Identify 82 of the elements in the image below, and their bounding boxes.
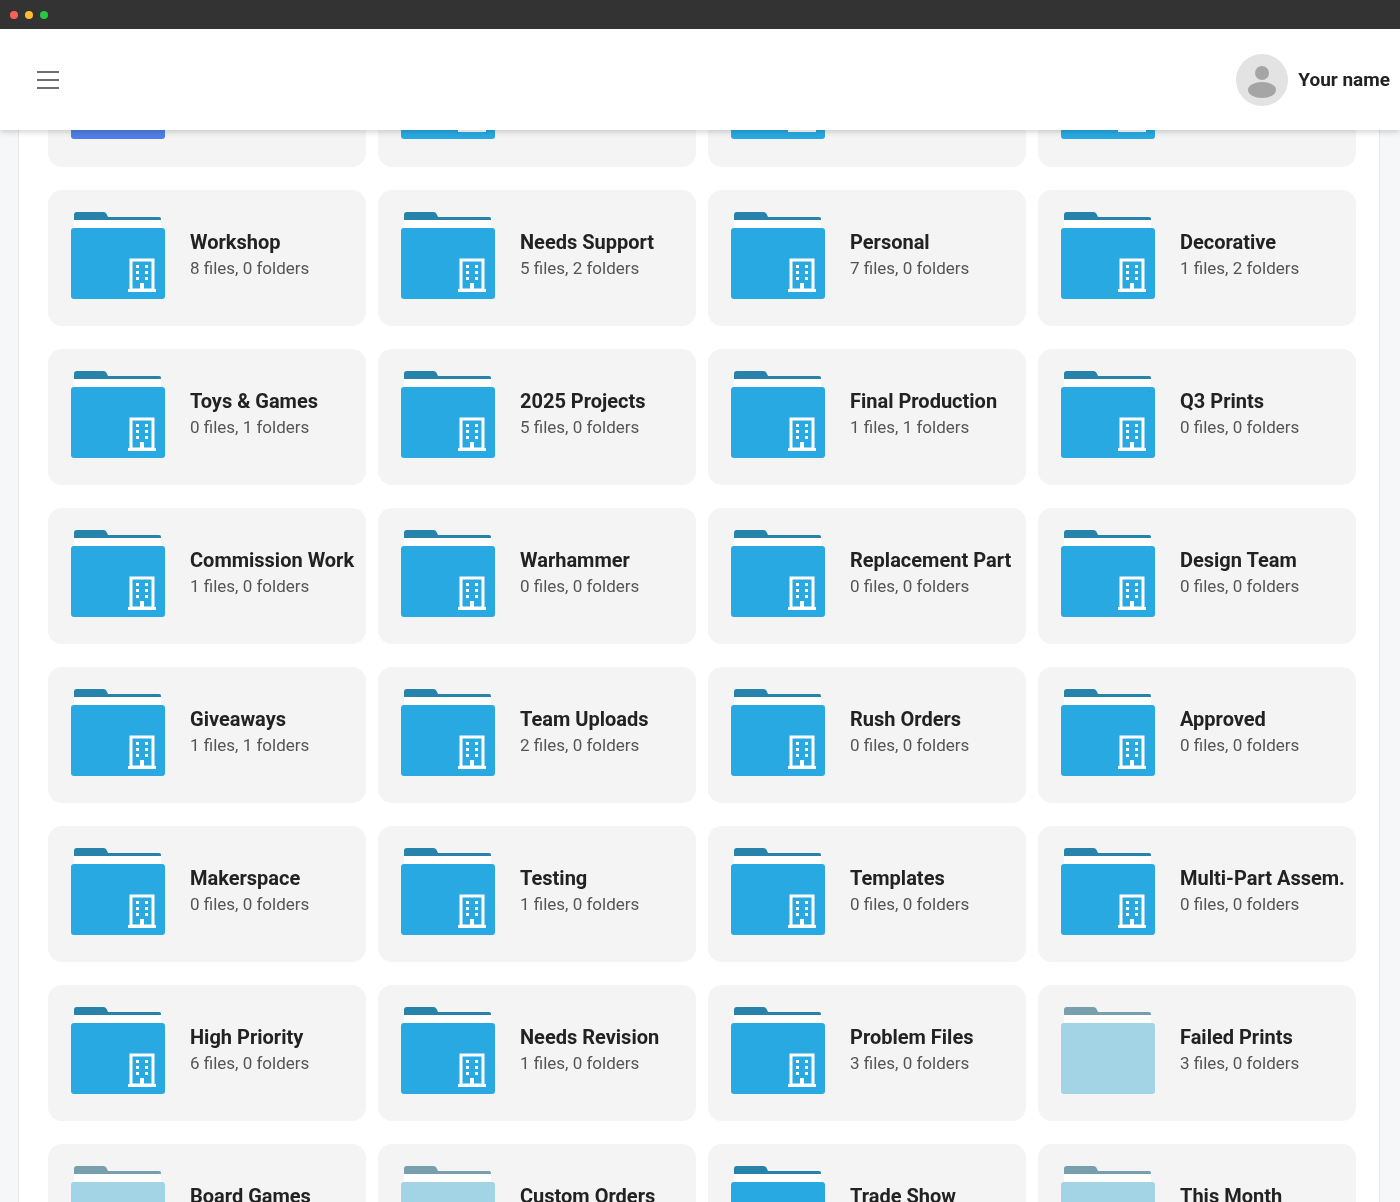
folder-counts: 0 files, 0 folders	[190, 894, 310, 914]
folder-card[interactable]: Q3 Prints 0 files, 0 folders	[1038, 349, 1356, 485]
folder-card[interactable]: Final Production 1 files, 1 folders	[708, 349, 1026, 485]
folder-name: Testing	[520, 866, 589, 890]
folder-name: Toys & Games	[190, 389, 319, 413]
folder-name: Approved	[1180, 707, 1267, 731]
folder-counts: 3 files, 0 folders	[850, 1053, 971, 1073]
folder-card[interactable]: Replacement Part 0 files, 0 folders	[708, 508, 1026, 644]
folder-name: Design Team	[1180, 548, 1298, 572]
folder-counts: 0 files, 0 folders	[1180, 735, 1300, 755]
folder-counts: 5 files, 0 folders	[520, 417, 641, 437]
folder-name: Needs Revision	[520, 1025, 660, 1049]
folder-name: Final Production	[850, 389, 998, 413]
folder-card[interactable]	[708, 130, 1026, 167]
folder-card[interactable]: Warhammer 0 files, 0 folders	[378, 508, 696, 644]
folder-card[interactable]: 2025 Projects 5 files, 0 folders	[378, 349, 696, 485]
folder-card[interactable]: Rush Orders 0 files, 0 folders	[708, 667, 1026, 803]
minimize-window-icon[interactable]	[25, 10, 33, 19]
folder-name: Warhammer	[520, 548, 631, 572]
folder-name: High Priority	[190, 1025, 305, 1049]
folder-card[interactable]: Templates 0 files, 0 folders	[708, 826, 1026, 962]
folder-name: Decorative	[1180, 230, 1278, 254]
folder-counts: 0 files, 0 folders	[1180, 576, 1300, 596]
folder-name: Failed Prints	[1180, 1025, 1294, 1049]
folder-counts: 0 files, 0 folders	[1180, 417, 1300, 437]
folder-name: Giveaways	[190, 707, 287, 731]
folder-card[interactable]: Workshop 8 files, 0 folders	[48, 190, 366, 326]
folder-card[interactable]	[1038, 130, 1356, 167]
folder-card[interactable]: Decorative 1 files, 2 folders	[1038, 190, 1356, 326]
folder-counts: 0 files, 0 folders	[850, 894, 970, 914]
folder-counts: 0 files, 0 folders	[850, 735, 970, 755]
folder-card[interactable]: Team Uploads 2 files, 0 folders	[378, 667, 696, 803]
folder-card[interactable]: Commission Work 1 files, 0 folders	[48, 508, 366, 644]
avatar-icon[interactable]	[1236, 53, 1289, 106]
folder-card[interactable]: Toys & Games 0 files, 1 folders	[48, 349, 366, 485]
folder-counts: 0 files, 0 folders	[1180, 894, 1301, 914]
folder-counts: 1 files, 0 folders	[190, 576, 311, 596]
folder-counts: 6 files, 0 folders	[190, 1053, 310, 1073]
folder-card[interactable]: High Priority 6 files, 0 folders	[48, 985, 366, 1121]
folder-counts: 1 files, 0 folders	[520, 894, 640, 914]
maximize-window-icon[interactable]	[40, 10, 48, 19]
folder-counts: 1 files, 1 folders	[850, 417, 971, 437]
folder-counts: 1 files, 1 folders	[190, 735, 310, 755]
folder-counts: 0 files, 0 folders	[850, 576, 971, 596]
user-name[interactable]: Your name	[1298, 68, 1390, 91]
folder-card[interactable]	[378, 130, 696, 167]
folder-counts: 0 files, 1 folders	[190, 417, 311, 437]
folder-counts: 3 files, 0 folders	[1180, 1053, 1300, 1073]
folder-name: Workshop	[190, 230, 282, 254]
folder-card[interactable]: Approved 0 files, 0 folders	[1038, 667, 1356, 803]
folder-name: Makerspace	[190, 866, 302, 890]
folder-counts: 1 files, 0 folders	[520, 1053, 641, 1073]
folder-card[interactable]: Makerspace 0 files, 0 folders	[48, 826, 366, 962]
folder-name: 2025 Projects	[520, 389, 646, 413]
folder-name: Replacement Part	[850, 548, 1012, 572]
folder-counts: 5 files, 2 folders	[520, 258, 641, 278]
folder-name: Rush Orders	[850, 707, 963, 731]
folder-name: Needs Support	[520, 230, 655, 254]
folder-card[interactable]: Testing 1 files, 0 folders	[378, 826, 696, 962]
folder-card[interactable]: Needs Support 5 files, 2 folders	[378, 190, 696, 326]
folder-card[interactable]: Failed Prints 3 files, 0 folders	[1038, 985, 1356, 1121]
folder-card[interactable]	[48, 130, 366, 167]
folder-card[interactable]: Design Team 0 files, 0 folders	[1038, 508, 1356, 644]
folder-name: Team Uploads	[520, 707, 649, 731]
folder-name: Q3 Prints	[1180, 389, 1265, 413]
folder-counts: 2 files, 0 folders	[520, 735, 641, 755]
folder-counts: 7 files, 0 folders	[850, 258, 970, 278]
folder-card[interactable]: Giveaways 1 files, 1 folders	[48, 667, 366, 803]
folder-card[interactable]: Problem Files 3 files, 0 folders	[708, 985, 1026, 1121]
folder-counts: 8 files, 0 folders	[190, 258, 310, 278]
folder-name: Templates	[850, 866, 946, 890]
folder-card[interactable]: Needs Revision 1 files, 0 folders	[378, 985, 696, 1121]
close-window-icon[interactable]	[10, 10, 18, 19]
folder-name: Personal	[850, 230, 931, 254]
folder-name: Commission Work	[190, 548, 355, 572]
folder-name: Problem Files	[850, 1025, 974, 1049]
folder-card[interactable]: Multi-Part Assem. 0 files, 0 folders	[1038, 826, 1356, 962]
folder-counts: 0 files, 0 folders	[520, 576, 640, 596]
menu-icon[interactable]	[37, 70, 59, 89]
folder-card[interactable]: Personal 7 files, 0 folders	[708, 190, 1026, 326]
folder-counts: 1 files, 2 folders	[1180, 258, 1300, 278]
folder-name: Multi-Part Assem.	[1180, 866, 1345, 890]
